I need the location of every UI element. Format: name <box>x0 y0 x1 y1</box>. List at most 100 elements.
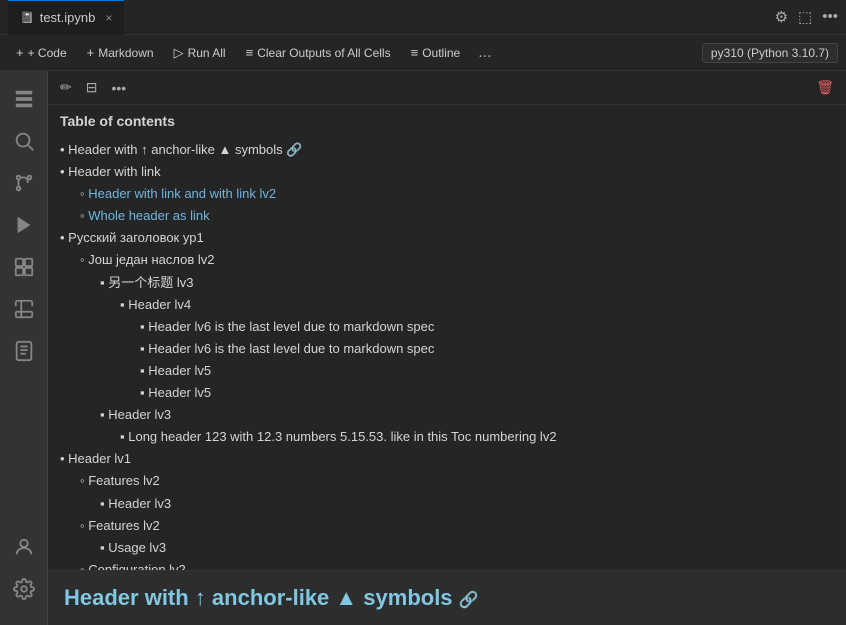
list-item[interactable]: Features lv2 <box>60 470 834 492</box>
toc-item-chinese[interactable]: 另一个标题 lv3 <box>108 275 193 290</box>
toc-more-icon[interactable]: ••• <box>107 78 130 98</box>
activity-item-notebooks[interactable] <box>4 331 44 371</box>
title-bar-actions: ⚙ ⬚ ••• <box>775 8 838 26</box>
toc-item-usage-lv3[interactable]: Usage lv3 <box>108 540 166 555</box>
toc-bullet-square <box>140 385 148 400</box>
activity-item-account[interactable] <box>4 527 44 567</box>
toc-bullet-square <box>100 275 108 290</box>
activity-item-run-debug[interactable] <box>4 205 44 245</box>
toc-item-anchor-header[interactable]: Header with ↑ anchor-like ▲ symbols 🔗 <box>60 142 302 157</box>
toc-bullet-square <box>100 407 108 422</box>
toc-item-lv5-2[interactable]: Header lv5 <box>148 385 211 400</box>
activity-bar-bottom <box>4 527 44 617</box>
add-code-button[interactable]: + + Code <box>8 42 75 63</box>
toc-item-lv6-1[interactable]: Header lv6 is the last level due to mark… <box>148 319 434 334</box>
run-all-button[interactable]: ▷ Run All <box>166 42 234 64</box>
toc-item-long-header[interactable]: Long header 123 with 12.3 numbers 5.15.5… <box>128 429 556 444</box>
cell-footer: Header with ↑ anchor-like ▲ symbols 🔗 <box>48 570 846 625</box>
toc-bullet-square <box>140 341 148 356</box>
toc-delete-icon[interactable]: 🗑 <box>812 77 838 98</box>
list-item[interactable]: Header with ↑ anchor-like ▲ symbols 🔗 <box>60 139 834 161</box>
tab-close-button[interactable]: × <box>105 11 112 25</box>
list-item[interactable]: 另一个标题 lv3 <box>60 272 834 294</box>
toc-bullet-square <box>120 297 128 312</box>
list-item[interactable]: Header lv4 <box>60 294 834 316</box>
toc-bullet-circle <box>80 473 88 488</box>
list-item[interactable]: Usage lv3 <box>60 537 834 559</box>
tab-label: test.ipynb <box>40 10 96 25</box>
list-item[interactable]: Header lv5 <box>60 360 834 382</box>
toc-bullet <box>80 208 88 223</box>
main-layout: ✏ ⊟ ••• 🗑 Table of contents Header with … <box>0 71 846 625</box>
toc-item-features-lv2-2[interactable]: Features lv2 <box>88 518 160 533</box>
toc-split-icon[interactable]: ⊟ <box>82 77 102 98</box>
toc-item-lv1[interactable]: Header lv1 <box>60 451 131 466</box>
activity-item-source-control[interactable] <box>4 163 44 203</box>
toc-item-header-with-link[interactable]: Header with link <box>60 164 161 179</box>
activity-item-explorer[interactable] <box>4 79 44 119</box>
plus-markdown-icon: + <box>87 45 95 60</box>
split-editor-icon[interactable]: ⬚ <box>798 8 812 26</box>
list-item[interactable]: Header lv6 is the last level due to mark… <box>60 338 834 360</box>
toc-bullet-square <box>120 429 128 444</box>
toc-item-serbian[interactable]: Још један наслов lv2 <box>88 252 214 267</box>
toolbar-right: py310 (Python 3.10.7) <box>702 43 838 63</box>
list-item[interactable]: Header with link <box>60 161 834 183</box>
title-bar: 📓 test.ipynb × ⚙ ⬚ ••• <box>0 0 846 35</box>
more-actions-icon[interactable]: ••• <box>822 8 838 26</box>
toc-bullet-square <box>100 540 108 555</box>
list-item[interactable]: Header lv1 <box>60 448 834 470</box>
toc-bullet-circle <box>80 252 88 267</box>
activity-item-settings[interactable] <box>4 569 44 609</box>
activity-bar <box>0 71 48 625</box>
toc-edit-icon[interactable]: ✏ <box>56 77 76 98</box>
toc-item-configuration-lv2[interactable]: Configuration lv2 <box>88 562 186 570</box>
cell-header-preview: Header with ↑ anchor-like ▲ symbols 🔗 <box>64 585 479 611</box>
toc-bullet <box>80 186 88 201</box>
toc-item-header-lv3-features[interactable]: Header lv3 <box>108 496 171 511</box>
clear-icon: ≡ <box>246 45 254 60</box>
activity-item-jupyter[interactable] <box>4 289 44 329</box>
outline-icon: ≡ <box>411 45 419 60</box>
activity-item-extensions[interactable] <box>4 247 44 287</box>
toc-item-lv3[interactable]: Header lv3 <box>108 407 171 422</box>
toc-title: Table of contents <box>60 113 834 129</box>
toc-item-lv5-1[interactable]: Header lv5 <box>148 363 211 378</box>
toc-item-lv4[interactable]: Header lv4 <box>128 297 191 312</box>
list-item[interactable]: Још један наслов lv2 <box>60 249 834 271</box>
list-item[interactable]: Header with link and with link lv2 <box>60 183 834 205</box>
list-item[interactable]: Header lv3 <box>60 493 834 515</box>
toc-item-lv6-2[interactable]: Header lv6 is the last level due to mark… <box>148 341 434 356</box>
list-item[interactable]: Configuration lv2 <box>60 559 834 570</box>
kernel-badge[interactable]: py310 (Python 3.10.7) <box>702 43 838 63</box>
toc-toolbar: ✏ ⊟ ••• 🗑 <box>48 71 846 105</box>
toolbar-more-button[interactable]: ... <box>472 41 497 65</box>
toc-list: Header with ↑ anchor-like ▲ symbols 🔗 He… <box>60 139 834 570</box>
list-item[interactable]: Header lv6 is the last level due to mark… <box>60 316 834 338</box>
header-text: Header with ↑ anchor-like ▲ symbols <box>64 585 459 610</box>
clear-outputs-button[interactable]: ≡ Clear Outputs of All Cells <box>238 42 399 63</box>
toc-item-features-lv2-1[interactable]: Features lv2 <box>88 473 160 488</box>
outline-button[interactable]: ≡ Outline <box>403 42 469 63</box>
plus-icon: + <box>16 45 24 60</box>
toc-content: Table of contents Header with ↑ anchor-l… <box>48 105 846 570</box>
toc-bullet-square <box>140 363 148 378</box>
toc-item-russian[interactable]: Русский заголовок ур1 <box>60 230 204 245</box>
list-item[interactable]: Features lv2 <box>60 515 834 537</box>
toc-item-whole-header-link[interactable]: Whole header as link <box>88 208 209 223</box>
active-tab[interactable]: 📓 test.ipynb × <box>8 0 124 35</box>
list-item[interactable]: Long header 123 with 12.3 numbers 5.15.5… <box>60 426 834 448</box>
toc-bullet-square <box>140 319 148 334</box>
list-item[interactable]: Header lv3 <box>60 404 834 426</box>
list-item[interactable]: Whole header as link <box>60 205 834 227</box>
activity-item-search[interactable] <box>4 121 44 161</box>
toc-panel: ✏ ⊟ ••• 🗑 Table of contents Header with … <box>48 71 846 625</box>
list-item[interactable]: Header lv5 <box>60 382 834 404</box>
toc-item-link-lv2[interactable]: Header with link and with link lv2 <box>88 186 276 201</box>
toc-bullet-circle <box>80 518 88 533</box>
toc-bullet-square <box>100 496 108 511</box>
notebook-toolbar: + + Code + Markdown ▷ Run All ≡ Clear Ou… <box>0 35 846 71</box>
list-item[interactable]: Русский заголовок ур1 <box>60 227 834 249</box>
add-markdown-button[interactable]: + Markdown <box>79 42 162 63</box>
settings-icon[interactable]: ⚙ <box>775 8 788 26</box>
